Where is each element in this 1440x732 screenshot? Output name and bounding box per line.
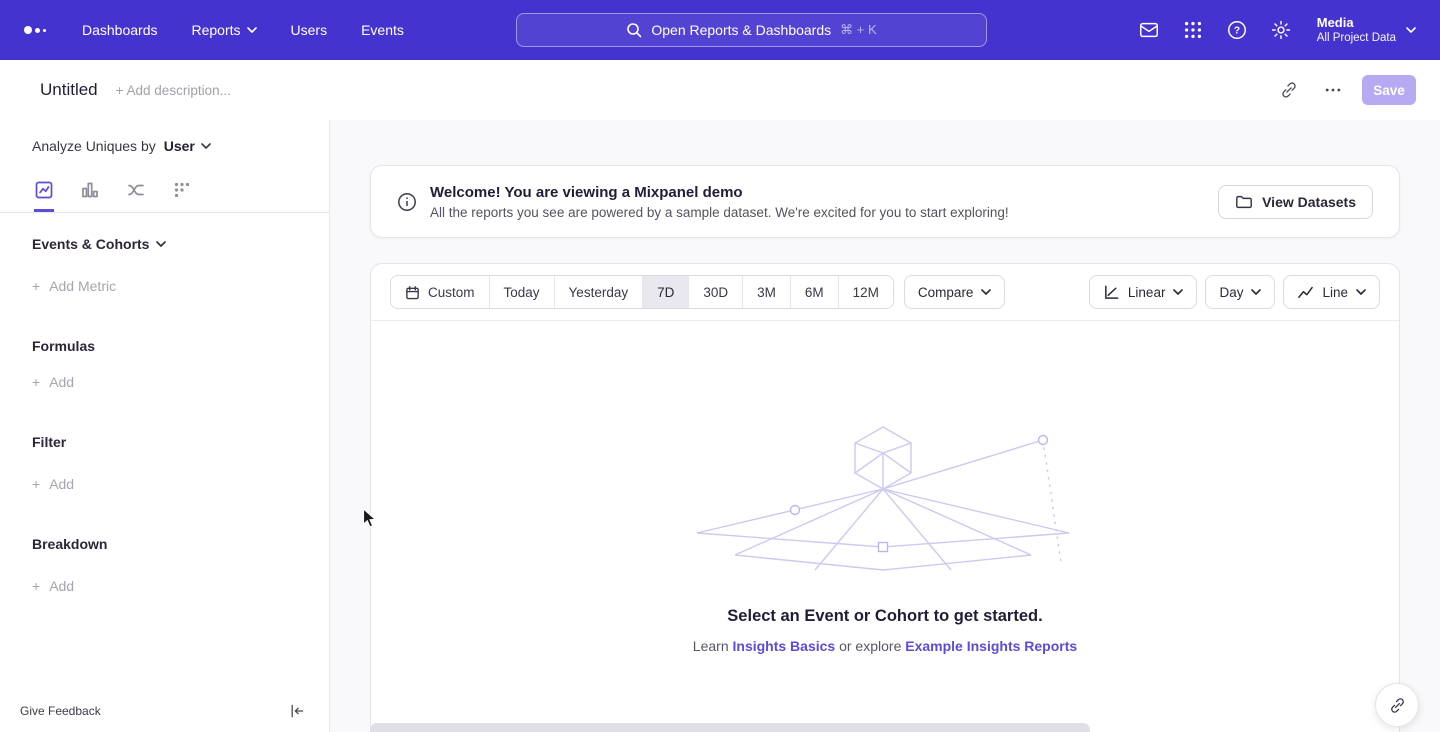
search-label: Open Reports & Dashboards [651,22,831,38]
chevron-down-icon [156,241,166,247]
empty-state-illustration [695,423,1075,573]
inbox-icon[interactable] [1137,18,1161,42]
chart-display-controls: Linear Day Line [1089,275,1380,309]
tab-insights-icon[interactable] [34,180,54,212]
chevron-down-icon [1356,289,1366,295]
more-options-icon[interactable] [1318,75,1348,105]
link-icon [1388,696,1407,715]
date-range-6m[interactable]: 6M [790,276,838,308]
sidebar-footer: Give Feedback [0,690,329,732]
nav-users[interactable]: Users [291,22,328,38]
analyze-row: Analyze Uniques by User [32,136,329,156]
breakdown-heading: Breakdown [32,535,329,553]
share-link-fab[interactable] [1375,683,1419,727]
scale-selector[interactable]: Linear [1089,275,1198,309]
date-range-7d[interactable]: 7D [642,276,688,308]
empty-state-subtitle: Learn Insights Basics or explore Example… [371,638,1399,654]
info-icon [397,192,417,212]
plus-icon: + [32,578,40,594]
chevron-down-icon [1406,27,1416,33]
report-title[interactable]: Untitled [40,80,98,100]
report-header: Untitled + Add description... Save [0,60,1440,120]
filter-heading: Filter [32,433,329,451]
date-range-30d[interactable]: 30D [688,276,742,308]
plus-icon: + [32,278,40,294]
header-actions: Save [1274,75,1440,105]
project-scope: All Project Data [1317,31,1396,46]
collapse-sidebar-icon[interactable] [289,703,305,719]
nav-right: ? Media All Project Data [1137,0,1440,60]
tab-retention-icon[interactable] [172,180,192,212]
banner-text: Welcome! You are viewing a Mixpanel demo… [430,184,1009,220]
compare-button[interactable]: Compare [904,275,1006,309]
add-metric-button[interactable]: + Add Metric [32,277,329,295]
add-description[interactable]: + Add description... [116,83,231,98]
plus-icon: + [32,476,40,492]
search-icon [626,22,642,38]
nav-events[interactable]: Events [361,22,404,38]
chevron-down-icon [1173,289,1183,295]
nav-dashboards[interactable]: Dashboards [82,22,158,38]
banner-title: Welcome! You are viewing a Mixpanel demo [430,184,1009,201]
settings-gear-icon[interactable] [1269,18,1293,42]
analyze-label: Analyze Uniques by [32,138,156,154]
chevron-down-icon [1251,289,1261,295]
analyze-by-dropdown[interactable]: User [164,138,211,154]
insights-chart-card: Custom Today Yesterday 7D 30D 3M 6M 12M … [370,263,1400,732]
chart-type-selector[interactable]: Line [1283,275,1380,309]
mixpanel-logo[interactable] [24,26,58,34]
empty-state: Select an Event or Cohort to get started… [371,321,1399,654]
date-range-12m[interactable]: 12M [838,276,893,308]
save-button[interactable]: Save [1362,75,1416,105]
horizontal-scrollbar[interactable] [370,723,1090,732]
give-feedback-link[interactable]: Give Feedback [20,704,101,718]
date-range-yesterday[interactable]: Yesterday [554,276,643,308]
main-nav: Dashboards Reports Users Events [82,22,404,38]
tab-flows-icon[interactable] [126,180,146,212]
search-shortcut: ⌘ + K [840,22,877,38]
calendar-icon [405,285,420,300]
nav-reports[interactable]: Reports [192,22,257,38]
granularity-selector[interactable]: Day [1205,275,1275,309]
date-range-today[interactable]: Today [489,276,554,308]
example-insights-reports-link[interactable]: Example Insights Reports [905,638,1077,654]
line-chart-icon [1297,284,1314,301]
events-cohorts-heading[interactable]: Events & Cohorts [32,235,329,253]
chevron-down-icon [247,27,257,33]
chevron-down-icon [981,289,991,295]
linear-scale-icon [1103,284,1120,301]
date-range-custom[interactable]: Custom [391,276,489,308]
demo-banner: Welcome! You are viewing a Mixpanel demo… [370,165,1400,238]
help-icon[interactable]: ? [1225,18,1249,42]
add-formula-button[interactable]: + Add [32,373,329,391]
date-range-3m[interactable]: 3M [742,276,790,308]
banner-subtitle: All the reports you see are powered by a… [430,205,1009,220]
folder-icon [1235,193,1253,211]
global-search[interactable]: Open Reports & Dashboards ⌘ + K [516,13,987,47]
query-builder-sidebar: Analyze Uniques by User Events & Cohorts… [0,120,330,732]
copy-link-icon[interactable] [1274,75,1304,105]
add-breakdown-button[interactable]: + Add [32,577,329,595]
date-range-segmented-control: Custom Today Yesterday 7D 30D 3M 6M 12M [390,275,894,309]
plus-icon: + [32,374,40,390]
apps-grid-icon[interactable] [1181,18,1205,42]
project-name: Media [1317,15,1396,31]
add-filter-button[interactable]: + Add [32,475,329,493]
empty-state-title: Select an Event or Cohort to get started… [371,607,1399,626]
tab-funnels-icon[interactable] [80,180,100,212]
metric-type-tabs [0,180,329,213]
formulas-heading: Formulas [32,337,329,355]
chevron-down-icon [201,143,211,149]
insights-basics-link[interactable]: Insights Basics [733,638,836,654]
view-datasets-button[interactable]: View Datasets [1218,185,1373,219]
chart-toolbar: Custom Today Yesterday 7D 30D 3M 6M 12M … [371,264,1399,321]
svg-text:?: ? [1234,26,1240,37]
project-switcher[interactable]: Media All Project Data [1317,15,1416,46]
top-nav: Dashboards Reports Users Events Open Rep… [0,0,1440,60]
main-content: Welcome! You are viewing a Mixpanel demo… [330,120,1440,732]
